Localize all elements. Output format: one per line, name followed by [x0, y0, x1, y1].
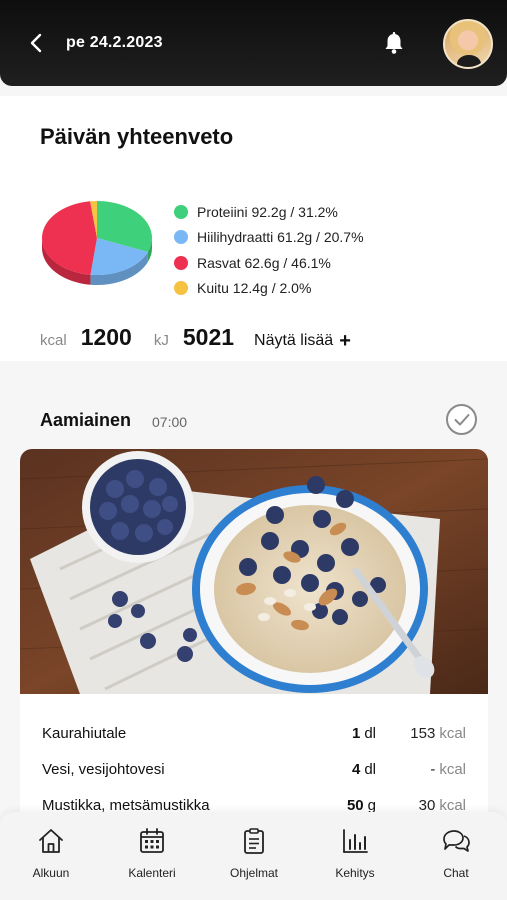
bell-icon [385, 32, 403, 54]
meal-header: Aamiainen 07:00 [40, 404, 480, 435]
nav-item-programs[interactable]: Ohjelmat [214, 826, 294, 892]
legend-item: Kuitu 12.4g / 2.0% [174, 276, 364, 302]
summary-title: Päivän yhteenveto [40, 124, 234, 149]
legend-item: Rasvat 62.6g / 46.1% [174, 250, 364, 276]
kcal-label: kcal [40, 332, 67, 349]
nav-item-chat[interactable]: Chat [416, 826, 496, 892]
food-name: Kaurahiutale [42, 725, 127, 742]
nav-label: Kalenteri [128, 866, 176, 880]
meal-title: Aamiainen [40, 410, 132, 430]
check-icon [454, 414, 470, 426]
legend-item: Proteiini 92.2g / 31.2% [174, 199, 364, 225]
macro-pie-chart [41, 201, 152, 285]
kj-value: 5021 [182, 324, 235, 350]
legend-label: Kuitu 12.4g / 2.0% [197, 280, 312, 297]
porridge-photo [20, 449, 488, 694]
legend-dot [174, 255, 188, 270]
clipboard-icon [244, 828, 264, 854]
legend-label: Proteiini 92.2g / 31.2% [197, 203, 338, 220]
avatar[interactable] [443, 19, 493, 69]
energy-row: kcal 1200 kJ 5021 Näytä lisää + [40, 324, 351, 351]
header-date: pe 24.2.2023 [66, 34, 163, 51]
macro-legend: Proteiini 92.2g / 31.2% Hiilihydraatti 61… [174, 199, 364, 301]
notifications-button[interactable] [380, 30, 408, 58]
nav-label: Ohjelmat [229, 866, 279, 880]
legend-dot [174, 204, 188, 219]
legend-item: Hiilihydraatti 61.2g / 20.7% [174, 225, 364, 251]
meal-complete-button[interactable] [446, 404, 477, 435]
food-amount: 4 dl [351, 761, 376, 778]
food-name: Vesi, vesijohtovesi [42, 761, 165, 778]
nav-label: Chat [443, 866, 469, 880]
meal-card[interactable]: Kaurahiutale 1 dl 153 kcal Vesi, vesijohto… [20, 449, 488, 829]
chevron-left-icon [30, 33, 42, 53]
food-kcal: 153 kcal [410, 725, 466, 742]
home-icon [39, 829, 63, 853]
food-row[interactable]: Kaurahiutale 1 dl 153 kcal [20, 719, 488, 755]
kcal-value: 1200 [80, 324, 132, 350]
food-row[interactable]: Vesi, vesijohtovesi 4 dl - kcal [20, 755, 488, 791]
legend-label: Rasvat 62.6g / 46.1% [197, 254, 331, 271]
calendar-icon [140, 828, 164, 853]
nav-label: Kehitys [335, 866, 375, 880]
chat-icon [443, 830, 470, 852]
show-more-link[interactable]: Näytä lisää + [254, 331, 351, 351]
bottom-navigation: Alkuun Kalenteri Ohjelmat Kehitys Chat [0, 812, 507, 900]
food-kcal: - kcal [430, 761, 466, 778]
legend-label: Hiilihydraatti 61.2g / 20.7% [197, 229, 364, 246]
daily-summary-card: Päivän yhteenveto Proteiini 92.2g / 31.2… [0, 96, 507, 361]
plus-icon: + [339, 330, 351, 352]
legend-dot [174, 230, 188, 245]
bar-chart-icon [343, 829, 368, 853]
kj-label: kJ [153, 332, 169, 349]
legend-dot [174, 281, 188, 296]
food-list: Kaurahiutale 1 dl 153 kcal Vesi, vesijohto… [20, 719, 488, 827]
show-more-label: Näytä lisää [254, 332, 334, 349]
back-button[interactable] [24, 30, 50, 56]
food-amount: 1 dl [351, 725, 376, 742]
meal-time: 07:00 [152, 414, 188, 430]
top-bar: pe 24.2.2023 [0, 0, 507, 86]
nav-item-progress[interactable]: Kehitys [315, 826, 395, 892]
nav-label: Alkuun [32, 866, 70, 880]
nav-item-home[interactable]: Alkuun [11, 826, 91, 892]
nav-item-calendar[interactable]: Kalenteri [112, 826, 192, 892]
